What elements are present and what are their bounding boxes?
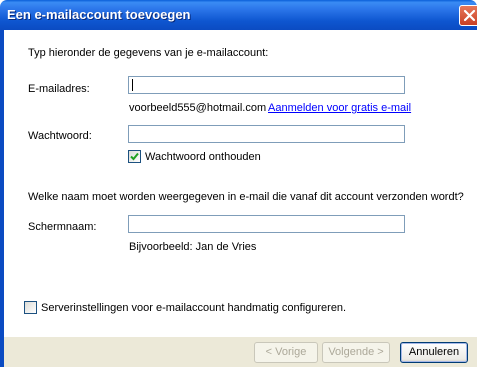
email-label: E-mailadres: [28,83,90,95]
remember-password-checkbox[interactable] [128,150,141,163]
next-button[interactable]: Volgende > [322,342,390,363]
email-example: voorbeeld555@hotmail.com [129,102,267,114]
display-name-field[interactable] [128,215,405,233]
manual-config-checkbox[interactable] [24,301,37,314]
back-button[interactable]: < Vorige [254,342,318,363]
window-title: Een e-mailaccount toevoegen [7,7,191,22]
close-button[interactable] [459,5,477,26]
intro-text: Typ hieronder de gegevens van je e-maila… [28,47,269,59]
add-email-account-dialog: Een e-mailaccount toevoegen Typ hieronde… [0,0,477,367]
remember-password-label[interactable]: Wachtwoord onthouden [145,151,261,163]
email-field[interactable] [128,76,405,94]
title-bar[interactable]: Een e-mailaccount toevoegen [0,0,477,30]
display-name-example: Bijvoorbeeld: Jan de Vries [129,241,257,253]
password-field[interactable] [128,125,405,143]
cancel-button[interactable]: Annuleren [400,342,468,363]
form-panel: Typ hieronder de gegevens van je e-maila… [4,30,477,337]
text-caret [132,79,133,91]
display-name-label: Schermnaam: [28,221,97,233]
display-name-question: Welke naam moet worden weergegeven in e-… [28,191,464,203]
password-label: Wachtwoord: [28,130,92,142]
manual-config-label[interactable]: Serverinstellingen voor e-mailaccount ha… [41,302,346,314]
signup-link[interactable]: Aanmelden voor gratis e-mail [268,102,411,114]
